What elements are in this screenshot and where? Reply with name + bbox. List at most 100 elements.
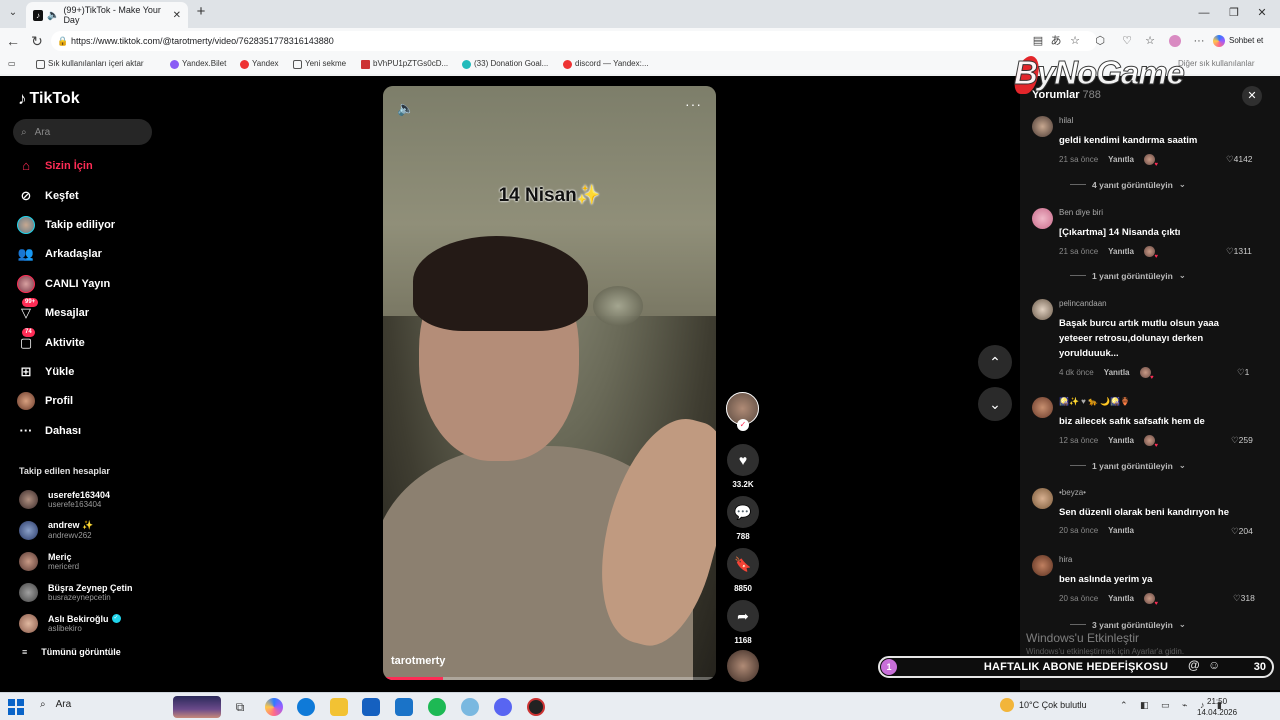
view-replies-link[interactable]: 3 yanıt görüntüleyin ⌄ bbox=[1070, 619, 1186, 630]
video-more-options-icon[interactable]: ··· bbox=[685, 96, 702, 112]
avatar[interactable] bbox=[1032, 299, 1053, 320]
discord-icon[interactable] bbox=[494, 698, 512, 716]
avatar[interactable] bbox=[1032, 116, 1053, 137]
following-account[interactable]: userefe163404 userefe163404 bbox=[19, 486, 110, 512]
weather-widget[interactable]: 10°C Çok bulutlu bbox=[1000, 698, 1087, 712]
video-progress-bar[interactable] bbox=[383, 677, 716, 680]
obs-icon[interactable] bbox=[527, 698, 545, 716]
nav-following[interactable]: Takip ediliyor bbox=[17, 214, 115, 236]
outlook-icon[interactable] bbox=[395, 698, 413, 716]
avatar[interactable] bbox=[1032, 208, 1053, 229]
previous-video-button[interactable]: ⌃ bbox=[978, 345, 1012, 379]
nav-messages[interactable]: ▽ 99+ Mesajlar bbox=[17, 298, 89, 324]
comment-like-count[interactable]: ♡204 bbox=[1231, 526, 1253, 537]
bookmark-bvhpu[interactable]: bVhPU1pZTGs0cD... bbox=[361, 57, 448, 71]
back-button[interactable]: ← bbox=[4, 32, 22, 50]
comment-like-count[interactable]: ♡4142 bbox=[1226, 154, 1253, 165]
search-highlight-image[interactable] bbox=[173, 696, 221, 718]
reader-view-icon[interactable]: ▤ bbox=[1029, 32, 1047, 50]
comment-like-count[interactable]: ♡1311 bbox=[1226, 246, 1252, 257]
extensions-icon[interactable]: ⬡ bbox=[1091, 32, 1109, 50]
taskbar-clock[interactable]: 21:50 14.04.2026 bbox=[1197, 696, 1237, 718]
avatar[interactable] bbox=[1032, 555, 1053, 576]
nav-activity[interactable]: ▢ 74 Aktivite bbox=[17, 328, 85, 354]
bookmark-discord[interactable]: discord — Yandex:... bbox=[563, 57, 649, 71]
nav-more[interactable]: ··· Dahası bbox=[17, 420, 82, 442]
sound-disc-button[interactable] bbox=[726, 650, 760, 682]
bookmark-other-favorites[interactable]: Diğer sık kullanılanlar bbox=[1178, 57, 1254, 71]
comment-like-count[interactable]: ♡1 bbox=[1237, 367, 1249, 378]
next-video-button[interactable]: ⌄ bbox=[978, 387, 1012, 421]
nav-profile[interactable]: Profil bbox=[17, 390, 73, 412]
task-view-icon[interactable]: ⧉ bbox=[231, 698, 249, 716]
save-button[interactable]: 🔖 8850 bbox=[726, 548, 760, 593]
close-comments-button[interactable]: ✕ bbox=[1242, 86, 1262, 106]
nav-friends[interactable]: 👥 Arkadaşlar bbox=[17, 243, 102, 265]
file-explorer-icon[interactable] bbox=[330, 698, 348, 716]
new-tab-button[interactable]: + bbox=[193, 4, 209, 20]
bookmark-import[interactable]: Sık kullanılanları içeri aktar bbox=[36, 57, 144, 71]
view-replies-link[interactable]: 1 yanıt görüntüleyin ⌄ bbox=[1070, 270, 1186, 281]
close-window-button[interactable]: ✕ bbox=[1252, 4, 1272, 22]
settings-more-icon[interactable]: ··· bbox=[1190, 32, 1208, 50]
following-account[interactable]: Aslı Bekiroğlu ✓ aslibekiro bbox=[19, 610, 121, 636]
comment-user[interactable]: hilal bbox=[1059, 116, 1073, 125]
following-account[interactable]: Meriç mericerd bbox=[19, 548, 79, 574]
nav-live[interactable]: CANLI Yayın bbox=[17, 273, 110, 295]
reply-button[interactable]: Yanıtla bbox=[1108, 436, 1134, 445]
comment-user[interactable]: pelincandaan bbox=[1059, 299, 1107, 308]
followed-check-icon[interactable]: ✓ bbox=[737, 419, 749, 431]
share-button[interactable]: ➦ 1168 bbox=[726, 600, 760, 645]
nav-for-you[interactable]: ⌂ Sizin İçin bbox=[17, 155, 93, 177]
like-button[interactable]: ♥ 33.2K bbox=[726, 444, 760, 489]
settings-app-icon[interactable] bbox=[461, 698, 479, 716]
following-account[interactable]: Büşra Zeynep Çetin busrazeynepcetin bbox=[19, 579, 133, 605]
bookmark-yandex-bilet[interactable]: Yandex.Bilet bbox=[170, 57, 226, 71]
minimize-button[interactable]: — bbox=[1194, 4, 1214, 22]
profile-avatar-icon[interactable] bbox=[1166, 32, 1184, 50]
reply-button[interactable]: Yanıtla bbox=[1108, 247, 1134, 256]
comment-user[interactable]: •beyza• bbox=[1059, 488, 1086, 497]
copilot-icon[interactable] bbox=[265, 698, 283, 716]
maximize-button[interactable]: ❐ bbox=[1224, 4, 1244, 22]
volume-icon[interactable]: 🔈 bbox=[397, 100, 414, 117]
bookmark-yandex[interactable]: Yandex bbox=[240, 57, 279, 71]
bookmark-new-tab[interactable]: Yeni sekme bbox=[293, 57, 346, 71]
close-tab-icon[interactable]: ✕ bbox=[173, 10, 181, 21]
avatar[interactable] bbox=[1032, 488, 1053, 509]
comment-like-count[interactable]: ♡259 bbox=[1231, 435, 1253, 446]
comment-user[interactable]: Ben diye biri bbox=[1059, 208, 1103, 217]
browser-tab-tiktok[interactable]: ♪ 🔈 (99+)TikTok - Make Your Day ✕ bbox=[26, 2, 188, 28]
taskbar-search[interactable]: ⌕ Ara bbox=[40, 699, 71, 710]
comment-user[interactable]: 🎑✨ ♥ 🐆 🌙🎑🏺 bbox=[1059, 397, 1130, 406]
see-all-following-link[interactable]: ≡ Tümünü görüntüle bbox=[22, 647, 121, 657]
video-player[interactable]: 14 Nisan✨ 🔈 ··· tarotmerty bbox=[383, 86, 716, 680]
browser-essentials-icon[interactable]: ♡ bbox=[1118, 32, 1136, 50]
tiktok-logo[interactable]: ♪ TikTok bbox=[18, 89, 80, 109]
sidebar-toggle-icon[interactable]: ▭ bbox=[8, 57, 16, 71]
translate-icon[interactable]: あ bbox=[1047, 32, 1065, 50]
spotify-icon[interactable] bbox=[428, 698, 446, 716]
comment-like-count[interactable]: ♡318 bbox=[1233, 593, 1255, 604]
comment-button[interactable]: 💬 788 bbox=[726, 496, 760, 541]
comment-user[interactable]: hira bbox=[1059, 555, 1072, 564]
copilot-chat-button[interactable]: Sohbet et bbox=[1213, 32, 1275, 50]
video-author[interactable]: tarotmerty bbox=[391, 655, 445, 667]
windows-start-button[interactable] bbox=[8, 699, 24, 715]
reply-button[interactable]: Yanıtla bbox=[1108, 594, 1134, 603]
edge-icon[interactable] bbox=[297, 698, 315, 716]
store-icon[interactable] bbox=[362, 698, 380, 716]
view-replies-link[interactable]: 1 yanıt görüntüleyin ⌄ bbox=[1070, 460, 1186, 471]
reply-button[interactable]: Yanıtla bbox=[1108, 155, 1134, 164]
bookmark-donation-goal[interactable]: (33) Donation Goal... bbox=[462, 57, 548, 71]
address-bar[interactable]: 🔒 https://www.tiktok.com/@tarotmerty/vid… bbox=[51, 31, 1097, 51]
nav-explore[interactable]: ⊘ Keşfet bbox=[17, 185, 79, 207]
tab-list-chevron-icon[interactable]: ⌄ bbox=[5, 5, 21, 21]
avatar[interactable] bbox=[1032, 397, 1053, 418]
favorite-star-icon[interactable]: ☆ bbox=[1066, 32, 1084, 50]
search-input[interactable]: ⌕ Ara bbox=[13, 119, 152, 145]
speaker-icon[interactable]: 🔈 bbox=[47, 10, 59, 21]
favorites-icon[interactable]: ☆ bbox=[1141, 32, 1159, 50]
nav-upload[interactable]: ⊞ Yükle bbox=[17, 361, 75, 383]
reply-button[interactable]: Yanıtla bbox=[1104, 368, 1130, 377]
